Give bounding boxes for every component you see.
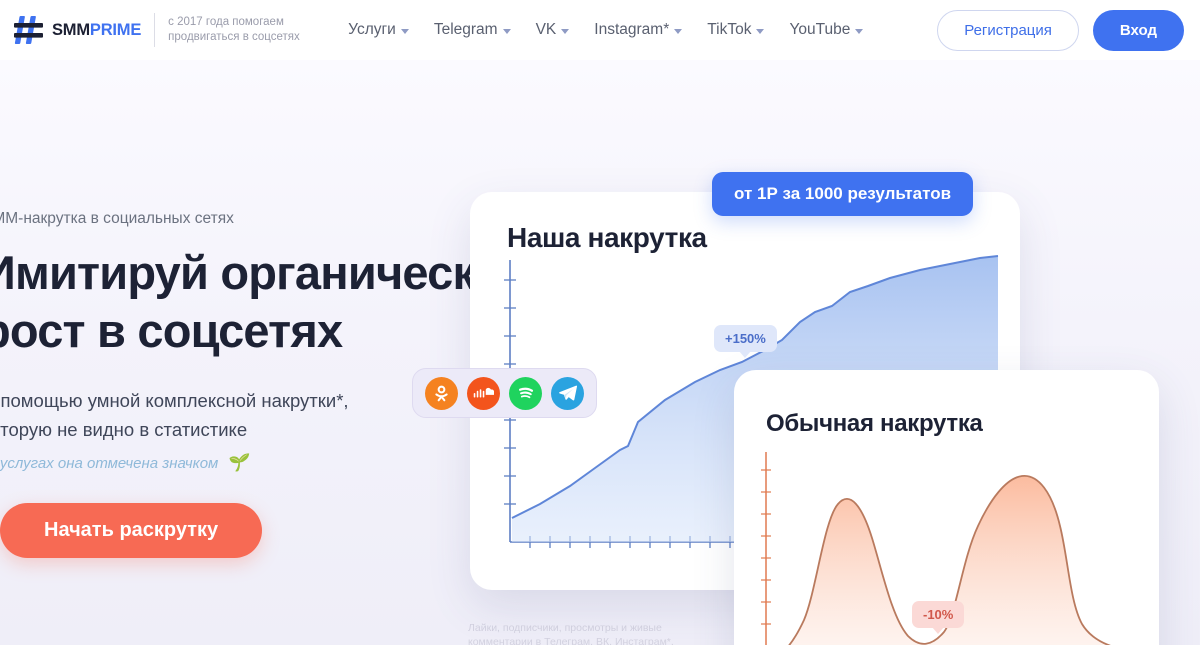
telegram-icon[interactable] <box>551 376 584 410</box>
headline-line-2: рост в соцсетях <box>0 304 343 357</box>
hash-icon <box>14 14 44 46</box>
logo-wordmark: SMMPRIME <box>52 21 141 40</box>
header-tagline: с 2017 года помогаем продвигаться в соцс… <box>168 16 300 43</box>
spotify-icon[interactable] <box>509 376 542 410</box>
nav-item-telegram[interactable]: Telegram <box>434 21 511 39</box>
sprout-icon: 🌱 <box>226 453 248 472</box>
chevron-down-icon <box>855 28 864 34</box>
nav-label: Услуги <box>348 21 396 38</box>
social-networks-pill <box>412 368 597 418</box>
nav-label: Telegram <box>433 21 498 38</box>
odnoklassniki-icon[interactable] <box>425 376 458 410</box>
logo-text-prime: PRIME <box>89 20 142 39</box>
chevron-down-icon <box>756 28 765 34</box>
subhead-line-1: С помощью умной комплексной накрутки*, <box>0 390 349 411</box>
register-button[interactable]: Регистрация <box>937 9 1079 51</box>
main-navigation: Услуги Telegram VK Instagram* TikTok You… <box>348 21 864 39</box>
chevron-down-icon <box>502 28 511 34</box>
price-badge[interactable]: от 1Р за 1000 результатов <box>712 172 974 216</box>
hero-eyebrow: SMM-накрутка в социальных сетях <box>0 210 234 227</box>
site-header: SMMPRIME с 2017 года помогаем продвигать… <box>0 0 1200 60</box>
nav-item-youtube[interactable]: YouTube <box>789 21 864 39</box>
logo[interactable]: SMMPRIME <box>14 10 141 50</box>
header-divider <box>154 13 156 47</box>
annotation-text: +150% <box>725 331 766 346</box>
chart-title-usual: Обычная накрутка <box>766 410 983 437</box>
headline-line-1: Имитируй органический <box>0 246 532 299</box>
nav-label: TikTok <box>707 21 752 38</box>
nav-label: VK <box>535 21 557 38</box>
hero-section: SMM-накрутка в социальных сетях Имитируй… <box>0 60 1200 645</box>
hero-footnote: Лайки, подписчики, просмотры и живые ком… <box>468 622 674 645</box>
chart-annotation-plus150: +150% <box>714 325 777 352</box>
login-button[interactable]: Вход <box>1092 9 1184 51</box>
header-actions: Регистрация Вход <box>937 9 1184 51</box>
chevron-down-icon <box>674 28 683 34</box>
nav-item-vk[interactable]: VK <box>536 21 570 39</box>
nav-item-uslugi[interactable]: Услуги <box>348 21 409 39</box>
chevron-down-icon <box>400 28 409 34</box>
soundcloud-icon[interactable] <box>467 376 500 410</box>
subhead-line-2: которую не видно в статистике <box>0 419 248 440</box>
chevron-down-icon <box>561 28 570 34</box>
hero-note: *в услугах она отмечена значком 🌱 <box>0 453 502 473</box>
start-promotion-button[interactable]: Начать раскрутку <box>0 503 263 558</box>
hero-note-text: *в услугах она отмечена значком <box>0 454 219 472</box>
annotation-text: -10% <box>923 607 954 622</box>
nav-label: Instagram* <box>594 21 670 38</box>
nav-label: YouTube <box>789 21 851 38</box>
page-title: Имитируй органический рост в соцсетях <box>0 244 532 360</box>
nav-item-instagram[interactable]: Instagram* <box>594 21 683 39</box>
chart-annotation-minus10: -10% <box>912 601 965 628</box>
logo-text-smm: SMM <box>52 20 90 39</box>
nav-item-tiktok[interactable]: TikTok <box>707 21 765 39</box>
